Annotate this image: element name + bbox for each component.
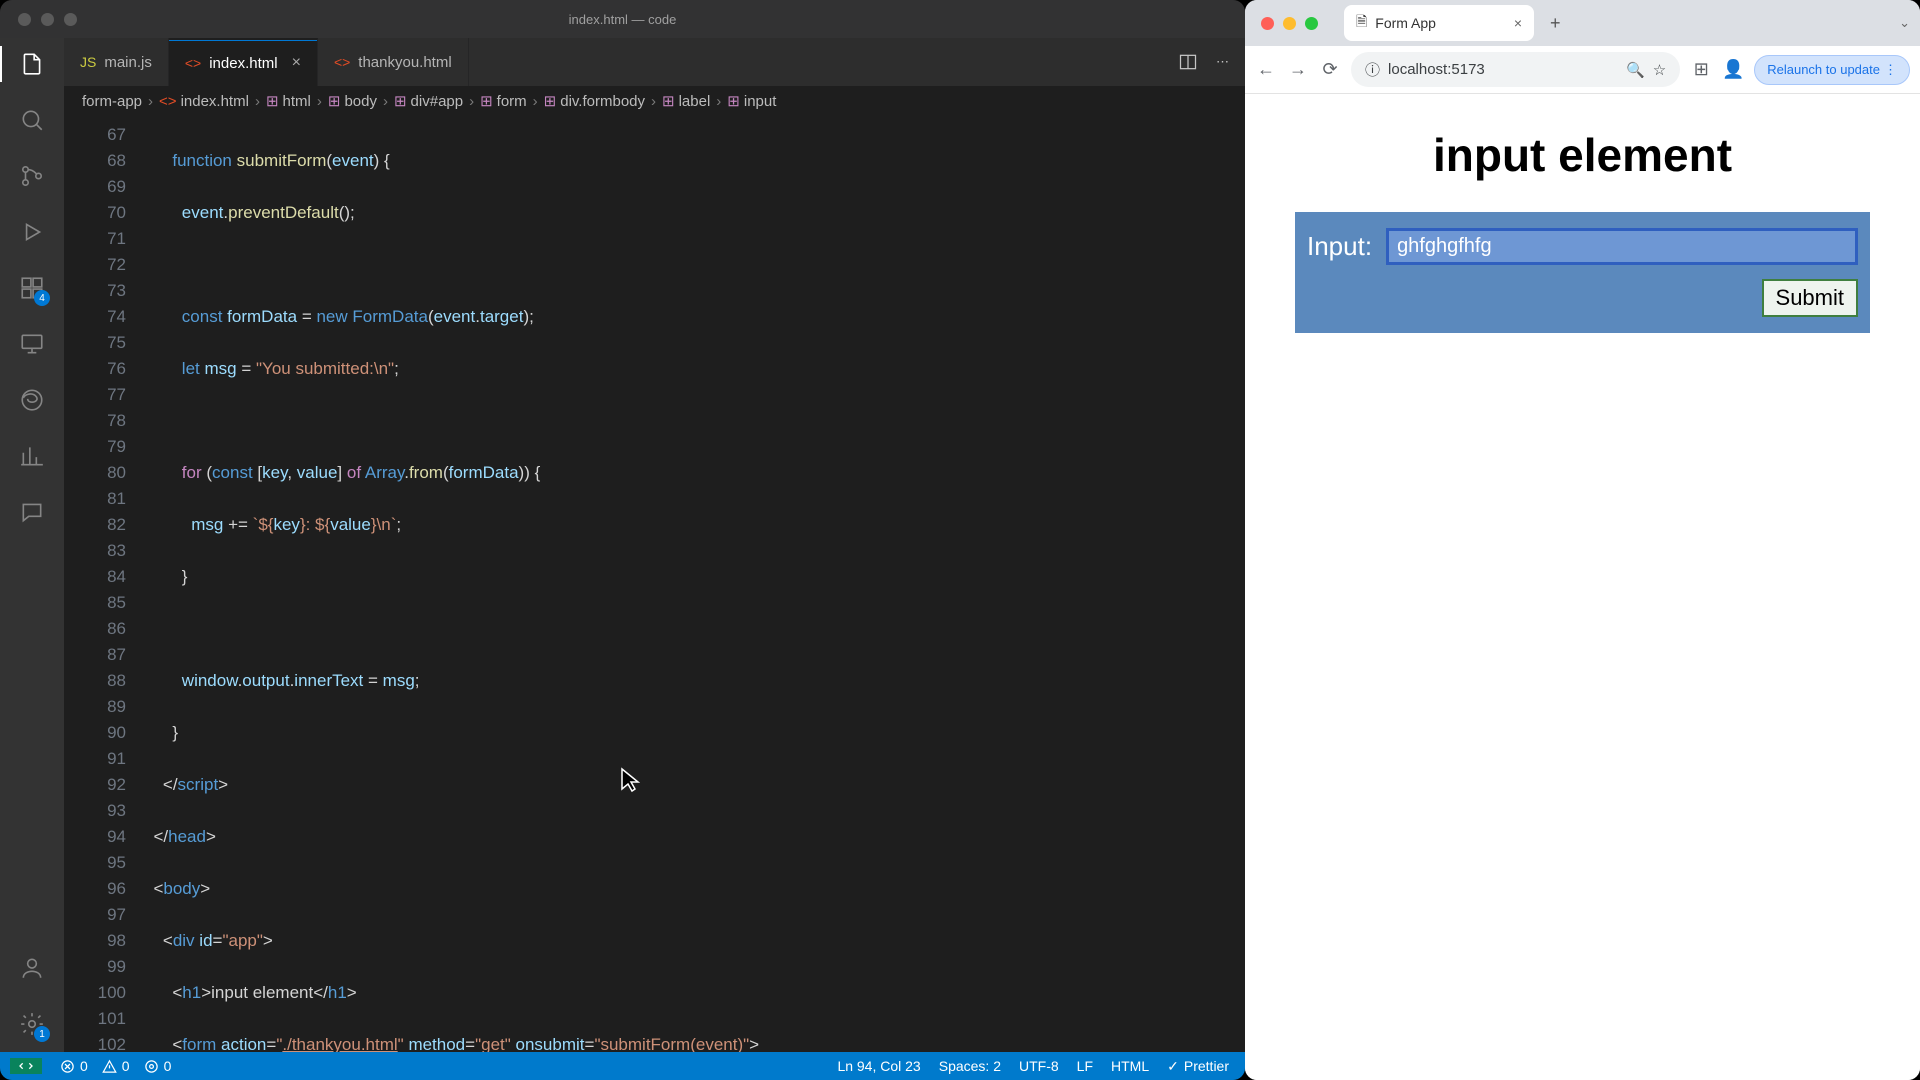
more-actions-icon[interactable]: ⋯ [1216,54,1229,70]
explorer-icon[interactable] [18,50,46,78]
status-spaces[interactable]: Spaces: 2 [939,1058,1001,1074]
source-control-icon[interactable] [18,162,46,190]
breadcrumb-item[interactable]: ⊞ body [328,92,377,110]
close-tab-icon[interactable]: × [1514,15,1522,31]
page-title: input element [1295,128,1870,182]
html-file-icon: <> [334,54,350,70]
breadcrumb-item[interactable]: ⊞ html [266,92,311,110]
tab-thankyou-html[interactable]: <> thankyou.html [318,38,469,86]
tab-index-html[interactable]: <> index.html × [169,38,318,86]
window-title: index.html — code [0,12,1245,27]
page-favicon: 🗎 [1356,11,1367,35]
input-label: Input: [1307,231,1372,262]
tab-label: main.js [104,54,152,71]
status-errors[interactable]: 0 [60,1058,88,1074]
extensions-icon[interactable]: 4 [18,274,46,302]
bookmark-icon[interactable]: ☆ [1653,61,1666,79]
breadcrumb-item[interactable]: ⊞ input [727,92,776,110]
close-tab-icon[interactable]: × [292,54,301,72]
code-content[interactable]: function submitForm(event) { event.preve… [144,116,1245,1052]
tab-bar: JS main.js <> index.html × <> thankyou.h… [64,38,1245,86]
close-window-icon[interactable] [1261,17,1274,30]
back-icon[interactable]: ← [1255,59,1277,80]
status-language[interactable]: HTML [1111,1058,1149,1074]
breadcrumb[interactable]: form-app› <> index.html› ⊞ html› ⊞ body›… [64,86,1245,116]
tab-label: thankyou.html [358,54,451,71]
maximize-window-icon[interactable] [1305,17,1318,30]
status-warnings[interactable]: 0 [102,1058,130,1074]
breadcrumb-item[interactable]: ⊞ div#app [394,92,463,110]
remote-indicator[interactable] [10,1058,42,1074]
status-formatter[interactable]: ✓ Prettier [1167,1058,1229,1075]
breadcrumb-item[interactable]: form-app [82,93,142,110]
browser-toolbar: ← → ⟳ ⓘ localhost:5173 🔍 ☆ ⊞ 👤 Relaunch … [1245,46,1920,94]
remote-explorer-icon[interactable] [18,330,46,358]
browser-titlebar: 🗎 Form App × + ⌄ [1245,0,1920,46]
forward-icon[interactable]: → [1287,59,1309,80]
line-gutter: 6768697071727374757677787980818283848586… [64,116,144,1052]
split-editor-icon[interactable] [1178,52,1198,72]
account-icon[interactable] [18,954,46,982]
zoom-icon[interactable]: 🔍 [1626,61,1645,79]
breadcrumb-item[interactable]: ⊞ div.formbody [544,92,645,110]
profile-icon[interactable]: 👤 [1722,59,1744,80]
form-body: Input: Submit [1295,212,1870,333]
url: localhost:5173 [1388,61,1485,78]
site-info-icon[interactable]: ⓘ [1365,59,1380,80]
page-content: input element Input: Submit [1245,94,1920,1080]
status-bar: 0 0 0 Ln 94, Col 23 Spaces: 2 UTF-8 LF H… [0,1052,1245,1080]
relaunch-button[interactable]: Relaunch to update ⋮ [1754,55,1910,85]
text-input[interactable] [1386,228,1858,265]
vscode-titlebar: index.html — code [0,0,1245,38]
extensions-badge: 4 [34,290,50,306]
address-bar[interactable]: ⓘ localhost:5173 🔍 ☆ [1351,52,1680,87]
activity-bar: 4 1 [0,38,64,1052]
vscode-window: index.html — code 4 [0,0,1245,1080]
tab-main-js[interactable]: JS main.js [64,38,169,86]
browser-tab[interactable]: 🗎 Form App × [1344,5,1534,41]
graph-icon[interactable] [18,442,46,470]
status-cursor[interactable]: Ln 94, Col 23 [837,1058,920,1074]
chat-icon[interactable] [18,498,46,526]
status-encoding[interactable]: UTF-8 [1019,1058,1059,1074]
search-icon[interactable] [18,106,46,134]
js-file-icon: JS [80,54,96,70]
tab-label: index.html [209,55,277,72]
breadcrumb-item[interactable]: <> index.html [159,93,249,110]
status-ports[interactable]: 0 [144,1058,172,1074]
status-eol[interactable]: LF [1077,1058,1093,1074]
breadcrumb-item[interactable]: ⊞ label [662,92,710,110]
edge-icon[interactable] [18,386,46,414]
window-controls [1255,17,1318,30]
chevron-down-icon[interactable]: ⌄ [1899,15,1910,31]
browser-window: 🗎 Form App × + ⌄ ← → ⟳ ⓘ localhost:5173 … [1245,0,1920,1080]
new-tab-icon[interactable]: + [1544,13,1567,34]
minimize-window-icon[interactable] [1283,17,1296,30]
breadcrumb-item[interactable]: ⊞ form [480,92,527,110]
run-debug-icon[interactable] [18,218,46,246]
settings-badge: 1 [34,1026,50,1042]
install-icon[interactable]: ⊞ [1690,59,1712,80]
html-file-icon: <> [185,55,201,71]
reload-icon[interactable]: ⟳ [1319,59,1341,80]
tab-title: Form App [1375,15,1436,31]
code-editor[interactable]: 6768697071727374757677787980818283848586… [64,116,1245,1052]
settings-icon[interactable]: 1 [18,1010,46,1038]
submit-button[interactable]: Submit [1762,279,1858,317]
